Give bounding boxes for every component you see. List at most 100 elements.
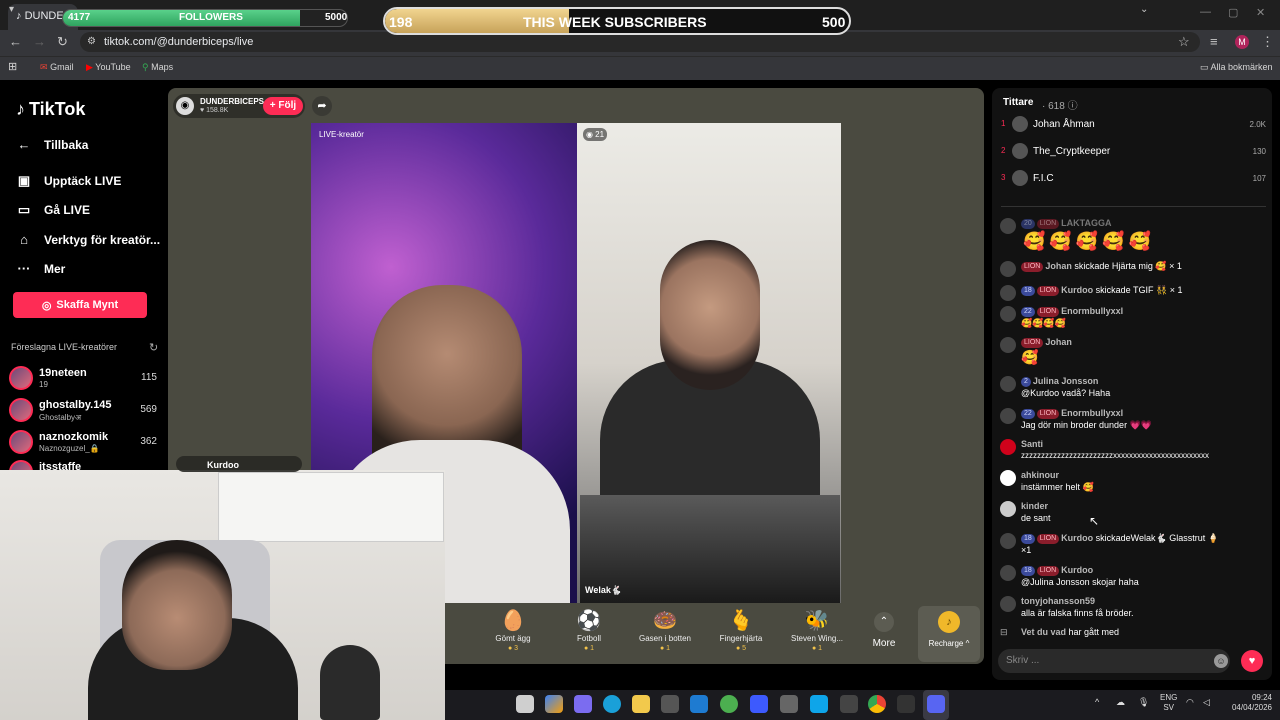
bookmark-maps[interactable]: ⚲ Maps: [142, 62, 173, 73]
avatar: [1000, 501, 1016, 517]
app-icon[interactable]: [810, 695, 828, 713]
avatar: [1000, 596, 1016, 612]
creator-item[interactable]: 19neteen 19 115: [9, 366, 161, 394]
app-icon[interactable]: [897, 695, 915, 713]
finger-heart-icon: 🫰: [728, 610, 754, 632]
teams-icon[interactable]: [574, 695, 592, 713]
outlook-icon[interactable]: [690, 695, 708, 713]
gift-item[interactable]: 🥚 Gömt ägg ● 3: [478, 608, 548, 652]
viewers-title: Tittare: [1003, 97, 1034, 108]
avatar: [1012, 116, 1028, 132]
streamer-name[interactable]: DUNDERBICEPS: [200, 97, 264, 106]
media-control-icon[interactable]: ≡: [1210, 34, 1218, 49]
clock[interactable]: 09:24 04/04/2026: [1220, 693, 1272, 713]
avatar: [9, 398, 33, 422]
creator-item[interactable]: naznozkomik Naznozguzel_🔒 362: [9, 430, 161, 458]
heart-icon[interactable]: ♥: [1241, 650, 1263, 672]
mic-tray-icon[interactable]: 🎙: [1138, 697, 1149, 708]
subscribers-goal: 500: [822, 14, 846, 30]
subscribers-current: 198: [389, 14, 413, 30]
camera-icon: ▭: [17, 202, 31, 217]
url-text[interactable]: tiktok.com/@dunderbiceps/live: [104, 36, 253, 48]
language-indicator[interactable]: ENG SV: [1160, 693, 1177, 713]
minimize-icon[interactable]: —: [1200, 6, 1211, 18]
tab-list-icon[interactable]: ⌄: [1140, 4, 1148, 15]
gift-item[interactable]: 🍩 Gasen i botten ● 1: [630, 608, 700, 652]
sidebar-item-creator-tools[interactable]: ⌂ Verktyg för kreatör...: [16, 232, 160, 247]
profile-avatar[interactable]: M: [1235, 35, 1249, 49]
bookmarks-bar: [0, 56, 1280, 80]
tray-chevron-icon[interactable]: ^: [1095, 697, 1099, 707]
back-icon[interactable]: ←: [9, 34, 22, 49]
emoji-icon[interactable]: ☺: [1214, 654, 1228, 668]
avatar: [9, 460, 33, 470]
sidebar-item-more[interactable]: ··· Mer: [16, 261, 66, 276]
chrome-icon[interactable]: [868, 695, 886, 713]
file-explorer-icon[interactable]: [632, 695, 650, 713]
volume-icon[interactable]: ◁: [1203, 697, 1210, 708]
top-viewer-row[interactable]: 2 The_Cryptkeeper 130: [1001, 143, 1266, 161]
streamer-avatar[interactable]: ◉: [176, 97, 194, 115]
app-icon[interactable]: [750, 695, 768, 713]
info-icon[interactable]: ⓘ: [1068, 101, 1078, 112]
bee-icon: 🐝: [804, 610, 830, 632]
tab-title: DUNDE: [24, 10, 64, 22]
gift-item[interactable]: ⚽ Fotboll ● 1: [554, 608, 624, 652]
share-icon[interactable]: ➦: [312, 96, 332, 116]
coin-icon: ◎: [41, 299, 52, 312]
copilot-icon[interactable]: [545, 695, 563, 713]
heart-small-icon: ♥: [200, 107, 205, 114]
live-icon: ▣: [17, 173, 31, 188]
creator-item[interactable]: ghostalby.145 Ghostalbyअ 569: [9, 398, 161, 426]
football-icon: ⚽: [576, 610, 602, 632]
recharge-button[interactable]: ♪ Recharge ^: [918, 606, 980, 662]
avatar: [1000, 439, 1016, 455]
sidebar-item-discover-live[interactable]: ▣ Upptäck LIVE: [16, 173, 122, 189]
top-viewer-row[interactable]: 3 F.I.C 107: [1001, 170, 1266, 188]
join-icon: ⊟: [1000, 627, 1008, 637]
maximize-icon[interactable]: ▢: [1228, 6, 1238, 19]
apps-grid-icon[interactable]: ⊞: [8, 60, 17, 73]
avatar: [1000, 337, 1016, 353]
bookmark-star-icon[interactable]: ☆: [1178, 34, 1190, 50]
close-icon[interactable]: ✕: [1256, 6, 1265, 19]
gift-item[interactable]: 🐝 Steven Wing... ● 1: [782, 608, 852, 652]
onedrive-icon[interactable]: ☁: [1116, 697, 1125, 708]
edge-icon[interactable]: [603, 695, 621, 713]
reload-icon[interactable]: ↻: [57, 34, 68, 50]
creator-item[interactable]: itsstaffe: [9, 460, 161, 470]
avatar: [1000, 565, 1016, 581]
chat-input-placeholder[interactable]: Skriv ...: [1006, 655, 1039, 666]
live-creator-label: LIVE-kreatör: [319, 130, 364, 139]
gift-item[interactable]: 🫰 Fingerhjärta ● 5: [706, 608, 776, 652]
tiktok-tab-icon: ♪: [16, 10, 25, 22]
guest-name: Welak🐇: [585, 585, 623, 595]
app-icon[interactable]: [780, 695, 798, 713]
avatar: [1000, 218, 1016, 234]
all-bookmarks[interactable]: ▭ Alla bokmärken: [1200, 62, 1273, 73]
app-icon[interactable]: [720, 695, 738, 713]
webcam-window-background: [218, 472, 444, 542]
wifi-icon[interactable]: ◠: [1186, 697, 1194, 708]
app-icon[interactable]: [840, 695, 858, 713]
sidebar-item-go-live[interactable]: ▭ Gå LIVE: [16, 202, 90, 218]
back-link[interactable]: ← Tillbaka: [16, 137, 89, 152]
top-viewer-row[interactable]: 1 Johan Åhman 2.0K: [1001, 116, 1266, 134]
streamer-likes: ♥ 158.8K: [200, 107, 229, 114]
store-icon[interactable]: [661, 695, 679, 713]
avatar: [1000, 261, 1016, 277]
bookmark-gmail[interactable]: ✉ Gmail: [40, 62, 74, 73]
follow-button[interactable]: + Följ: [263, 97, 303, 115]
followers-label: FOLLOWERS: [179, 12, 243, 23]
get-coins-button[interactable]: ◎ Skaffa Mynt: [13, 292, 147, 318]
discord-icon[interactable]: [927, 695, 945, 713]
more-gifts-button[interactable]: ⌃ More: [866, 612, 902, 649]
forward-icon[interactable]: →: [33, 34, 46, 49]
bookmark-youtube[interactable]: ▶ YouTube: [86, 62, 131, 73]
task-view-icon[interactable]: [516, 695, 534, 713]
tiktok-logo[interactable]: ♪ TikTok: [16, 99, 85, 120]
tab-search-icon[interactable]: ▾: [9, 4, 14, 15]
site-info-icon[interactable]: ⚙: [87, 36, 96, 47]
refresh-icon[interactable]: ↻: [149, 341, 158, 354]
menu-dots-icon[interactable]: ⋮: [1261, 34, 1274, 50]
